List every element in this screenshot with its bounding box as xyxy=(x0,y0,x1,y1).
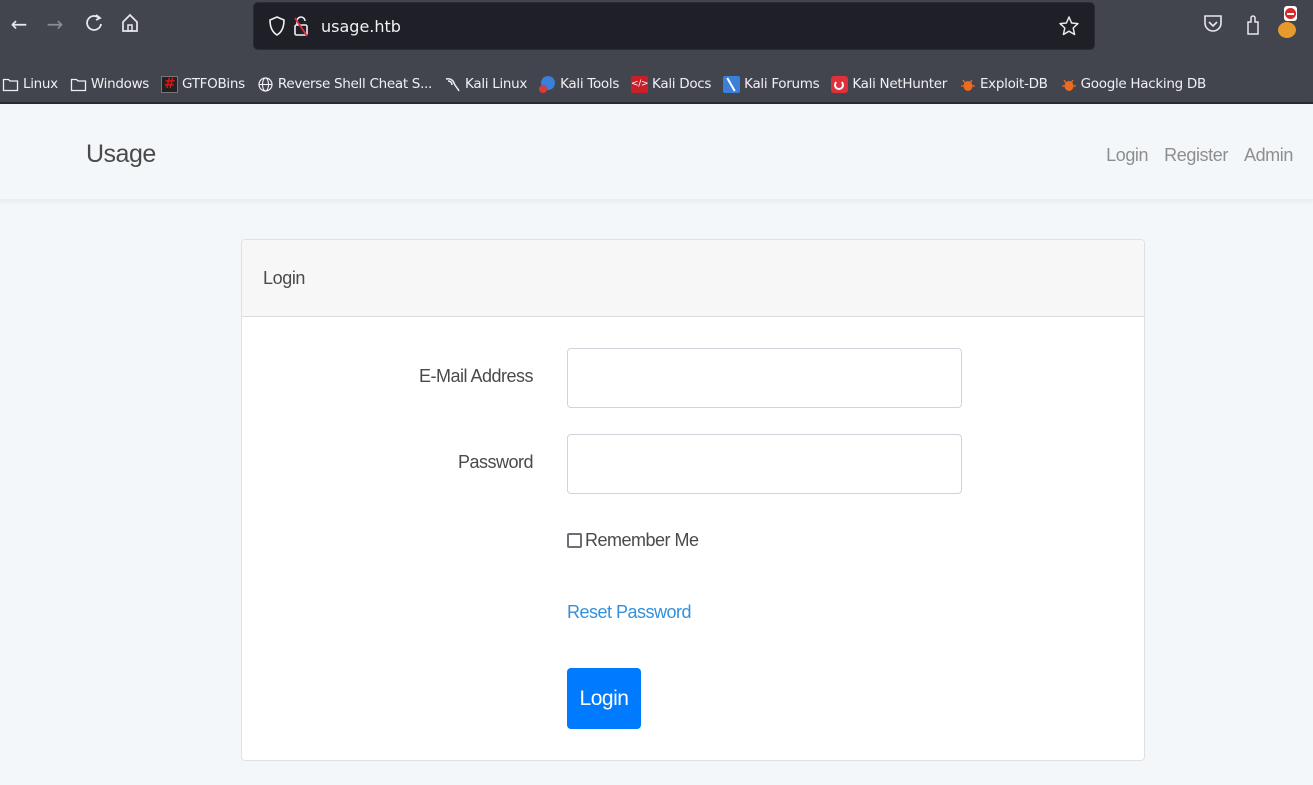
kali-dragon-icon xyxy=(445,77,460,91)
reset-password-link[interactable]: Reset Password xyxy=(567,602,692,623)
nav-register-link[interactable]: Register xyxy=(1164,145,1228,166)
globe-icon xyxy=(258,76,273,92)
exploit-db-icon xyxy=(960,79,975,91)
extensions-puzzle-icon[interactable] xyxy=(1242,12,1264,36)
bookmark-label: GTFOBins xyxy=(182,76,245,92)
remember-me[interactable]: Remember Me xyxy=(567,530,699,551)
bookmark-kali-docs[interactable]: </> Kali Docs xyxy=(631,75,712,93)
bookmark-label: Kali Tools xyxy=(560,76,620,92)
bookmark-kali-forums[interactable]: Kali Forums xyxy=(723,75,820,93)
kali-forums-icon xyxy=(723,75,741,93)
nav-login-link[interactable]: Login xyxy=(1106,145,1148,166)
nav-admin-link[interactable]: Admin xyxy=(1244,145,1293,166)
bookmark-exploit-db[interactable]: Exploit-DB xyxy=(959,76,1048,93)
kali-nethunter-icon xyxy=(831,75,849,93)
insecure-lock-icon[interactable] xyxy=(292,14,310,38)
brand-logo[interactable]: Usage xyxy=(86,140,156,169)
bookmark-label: Kali NetHunter xyxy=(852,76,947,92)
bookmark-label: Exploit-DB xyxy=(979,76,1048,92)
bookmark-label: Kali Forums xyxy=(744,76,820,92)
password-input[interactable] xyxy=(567,434,962,494)
kali-tools-icon xyxy=(539,75,556,93)
url-text[interactable]: usage.htb xyxy=(321,17,401,36)
login-card: Login E-Mail Address Password Remember M… xyxy=(241,239,1145,761)
addon-extension-icon[interactable] xyxy=(1276,6,1308,40)
home-icon[interactable] xyxy=(118,12,142,36)
remember-me-checkbox[interactable] xyxy=(567,533,582,548)
back-arrow-icon[interactable]: ← xyxy=(7,12,31,36)
card-header: Login xyxy=(242,240,1144,317)
bookmark-label: Reverse Shell Cheat S... xyxy=(277,76,433,92)
bookmark-label: Windows xyxy=(90,76,150,92)
folder-icon xyxy=(70,78,87,91)
bookmark-windows[interactable]: Windows xyxy=(70,76,149,93)
pocket-icon[interactable] xyxy=(1202,12,1224,36)
bookmark-star-icon[interactable] xyxy=(1058,15,1080,37)
forward-arrow-icon[interactable]: → xyxy=(43,12,67,36)
bookmark-label: Linux xyxy=(23,76,58,92)
tracking-shield-icon[interactable] xyxy=(268,15,286,37)
bookmark-reverse-shell[interactable]: Reverse Shell Cheat S... xyxy=(257,76,432,93)
folder-icon xyxy=(2,78,19,91)
bookmark-label: Kali Docs xyxy=(652,76,712,92)
bookmarks-bar: Linux Windows # GTFOBins Reverse Shell C… xyxy=(0,66,1313,104)
nav-links: Login Register Admin xyxy=(1106,145,1293,166)
remember-me-label[interactable]: Remember Me xyxy=(585,530,699,551)
bookmark-kali-linux[interactable]: Kali Linux xyxy=(444,76,527,93)
exploit-db-icon xyxy=(1061,79,1076,91)
email-label: E-Mail Address xyxy=(418,366,534,386)
gtfobins-icon: # xyxy=(161,75,179,93)
bookmark-google-hacking-db[interactable]: Google Hacking DB xyxy=(1060,76,1206,93)
url-bar[interactable]: usage.htb xyxy=(253,2,1095,50)
bookmark-label: Kali Linux xyxy=(465,76,528,92)
email-input[interactable] xyxy=(567,348,962,408)
bookmark-kali-nethunter[interactable]: Kali NetHunter xyxy=(831,75,947,93)
bookmark-label: Google Hacking DB xyxy=(1080,76,1207,92)
bookmark-kali-tools[interactable]: Kali Tools xyxy=(539,75,620,93)
kali-docs-icon: </> xyxy=(631,75,649,93)
bookmark-gtfobins[interactable]: # GTFOBins xyxy=(161,75,245,93)
browser-toolbar: ← → usage.htb xyxy=(0,0,1313,66)
site-navbar: Usage Login Register Admin xyxy=(0,104,1313,200)
reload-icon[interactable] xyxy=(82,12,106,36)
login-button[interactable]: Login xyxy=(567,668,641,729)
password-label: Password xyxy=(457,452,534,472)
bookmark-linux[interactable]: Linux xyxy=(2,76,58,93)
